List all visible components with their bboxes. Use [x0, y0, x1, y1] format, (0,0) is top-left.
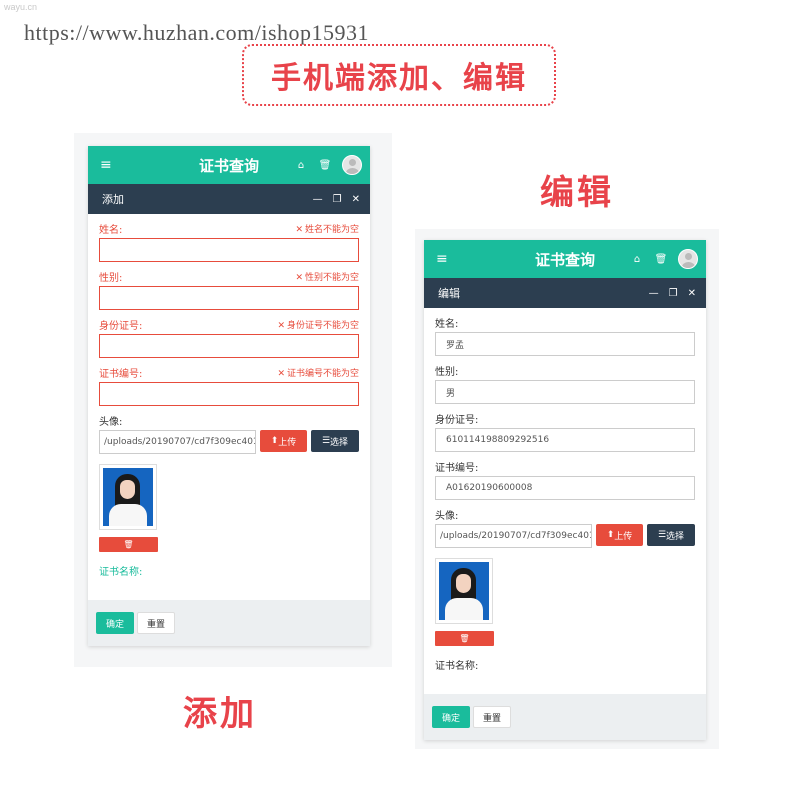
phone-frame: ≡ 证书查询 ⌂ 🗑 添加 — ❐ ✕ 姓名: ✕ 姓名不能为空 性别: ✕ 性别不能为…: [88, 146, 370, 646]
field-label: 证书编号:: [99, 368, 143, 380]
shop-url: https://www.huzhan.com/ishop15931: [24, 20, 370, 45]
error-message: ✕ 性别不能为空: [295, 272, 359, 283]
trash-icon[interactable]: 🗑: [654, 254, 668, 265]
portrait-photo: [439, 562, 489, 620]
edit-screenshot: ≡ 证书查询 ⌂ 🗑 编辑 — ❐ ✕ 姓名: 罗孟 性别: 男 身份证号: 6…: [415, 229, 719, 749]
field-cert-number: 证书编号: ✕ 证书编号不能为空: [99, 364, 359, 406]
upload-icon: ⬆: [270, 436, 279, 446]
field-label: 性别:: [99, 272, 123, 284]
watermark: wayu.cn: [4, 2, 38, 12]
field-label: 身份证号:: [99, 320, 143, 332]
id-number-input[interactable]: 610114198809292516: [435, 428, 695, 452]
menu-icon[interactable]: ≡: [100, 157, 120, 173]
field-label: 身份证号:: [435, 414, 479, 426]
dialog-titlebar: 编辑 — ❐ ✕: [424, 278, 706, 308]
cert-number-input[interactable]: [99, 382, 359, 406]
reset-button[interactable]: 重置: [137, 612, 175, 634]
choose-button[interactable]: ☰ 选择: [647, 524, 695, 546]
name-input[interactable]: 罗孟: [435, 332, 695, 356]
phone-frame: ≡ 证书查询 ⌂ 🗑 编辑 — ❐ ✕ 姓名: 罗孟 性别: 男 身份证号: 6…: [424, 240, 706, 740]
upload-button[interactable]: ⬆ 上传: [260, 430, 307, 452]
name-input[interactable]: [99, 238, 359, 262]
avatar-path-input[interactable]: /uploads/20190707/cd7f309ec4018: [435, 524, 592, 548]
home-icon[interactable]: ⌂: [630, 254, 644, 265]
field-id-number: 身份证号: 610114198809292516: [435, 410, 695, 452]
form-footer: 确定 重置: [88, 600, 370, 646]
reset-button[interactable]: 重置: [473, 706, 511, 728]
error-x-icon: ✕: [295, 272, 303, 283]
maximize-icon[interactable]: ❐: [333, 194, 342, 205]
add-form: 姓名: ✕ 姓名不能为空 性别: ✕ 性别不能为空 身份证号: ✕ 身份证号不能为空 证书编…: [88, 214, 370, 600]
field-avatar: 头像: /uploads/20190707/cd7f309ec4018 ⬆ 上传 …: [435, 506, 695, 548]
choose-button[interactable]: ☰ 选择: [311, 430, 359, 452]
trash-icon: 🗑: [123, 540, 134, 549]
id-number-input[interactable]: [99, 334, 359, 358]
close-icon[interactable]: ✕: [352, 194, 360, 205]
edit-form: 姓名: 罗孟 性别: 男 身份证号: 610114198809292516 证书…: [424, 308, 706, 694]
upload-button[interactable]: ⬆ 上传: [596, 524, 643, 546]
field-id-number: 身份证号: ✕ 身份证号不能为空: [99, 316, 359, 358]
field-name: 姓名: ✕ 姓名不能为空: [99, 220, 359, 262]
error-x-icon: ✕: [277, 320, 285, 331]
error-message: ✕ 身份证号不能为空: [277, 320, 359, 331]
add-screenshot: ≡ 证书查询 ⌂ 🗑 添加 — ❐ ✕ 姓名: ✕ 姓名不能为空 性别: ✕ 性别不能为…: [74, 133, 392, 667]
cert-name-label: 证书名称:: [435, 661, 479, 672]
list-icon: ☰: [657, 530, 667, 540]
avatar-path-input[interactable]: /uploads/20190707/cd7f309ec4018: [99, 430, 256, 454]
dialog-title: 添加: [102, 193, 124, 206]
field-label: 证书编号:: [435, 462, 479, 474]
home-icon[interactable]: ⌂: [294, 160, 308, 171]
error-x-icon: ✕: [295, 224, 303, 235]
field-label: 头像:: [435, 510, 459, 522]
close-icon[interactable]: ✕: [688, 288, 696, 299]
cert-number-input[interactable]: A01620190600008: [435, 476, 695, 500]
confirm-button[interactable]: 确定: [96, 612, 134, 634]
error-x-icon: ✕: [277, 368, 285, 379]
portrait-photo: [103, 468, 153, 526]
app-header: ≡ 证书查询 ⌂ 🗑: [88, 146, 370, 184]
list-icon: ☰: [321, 436, 331, 446]
field-gender: 性别: ✕ 性别不能为空: [99, 268, 359, 310]
trash-icon: 🗑: [459, 634, 470, 643]
field-label: 头像:: [99, 416, 123, 428]
delete-avatar-button[interactable]: 🗑: [99, 537, 158, 552]
avatar-thumbnail: [435, 558, 493, 624]
trash-icon[interactable]: 🗑: [318, 160, 332, 171]
dialog-title: 编辑: [438, 287, 460, 300]
add-caption: 添加: [183, 694, 257, 734]
menu-icon[interactable]: ≡: [436, 251, 456, 267]
promo-title: 手机端添加、编辑: [242, 44, 556, 106]
field-name: 姓名: 罗孟: [435, 314, 695, 356]
edit-caption: 编辑: [540, 173, 614, 213]
maximize-icon[interactable]: ❐: [669, 288, 678, 299]
minimize-icon[interactable]: —: [313, 194, 323, 205]
app-header: ≡ 证书查询 ⌂ 🗑: [424, 240, 706, 278]
user-avatar[interactable]: [678, 249, 698, 269]
field-gender: 性别: 男: [435, 362, 695, 404]
field-cert-number: 证书编号: A01620190600008: [435, 458, 695, 500]
field-label: 姓名:: [99, 224, 123, 236]
field-avatar: 头像: /uploads/20190707/cd7f309ec4018 ⬆ 上传 …: [99, 412, 359, 454]
field-label: 姓名:: [435, 318, 459, 330]
dialog-titlebar: 添加 — ❐ ✕: [88, 184, 370, 214]
cert-name-label: 证书名称:: [99, 567, 143, 578]
upload-icon: ⬆: [606, 530, 615, 540]
field-label: 性别:: [435, 366, 459, 378]
avatar-thumbnail: [99, 464, 157, 530]
error-message: ✕ 证书编号不能为空: [277, 368, 359, 379]
confirm-button[interactable]: 确定: [432, 706, 470, 728]
minimize-icon[interactable]: —: [649, 288, 659, 299]
form-footer: 确定 重置: [424, 694, 706, 740]
user-avatar[interactable]: [342, 155, 362, 175]
gender-input[interactable]: [99, 286, 359, 310]
gender-input[interactable]: 男: [435, 380, 695, 404]
error-message: ✕ 姓名不能为空: [295, 224, 359, 235]
delete-avatar-button[interactable]: 🗑: [435, 631, 494, 646]
